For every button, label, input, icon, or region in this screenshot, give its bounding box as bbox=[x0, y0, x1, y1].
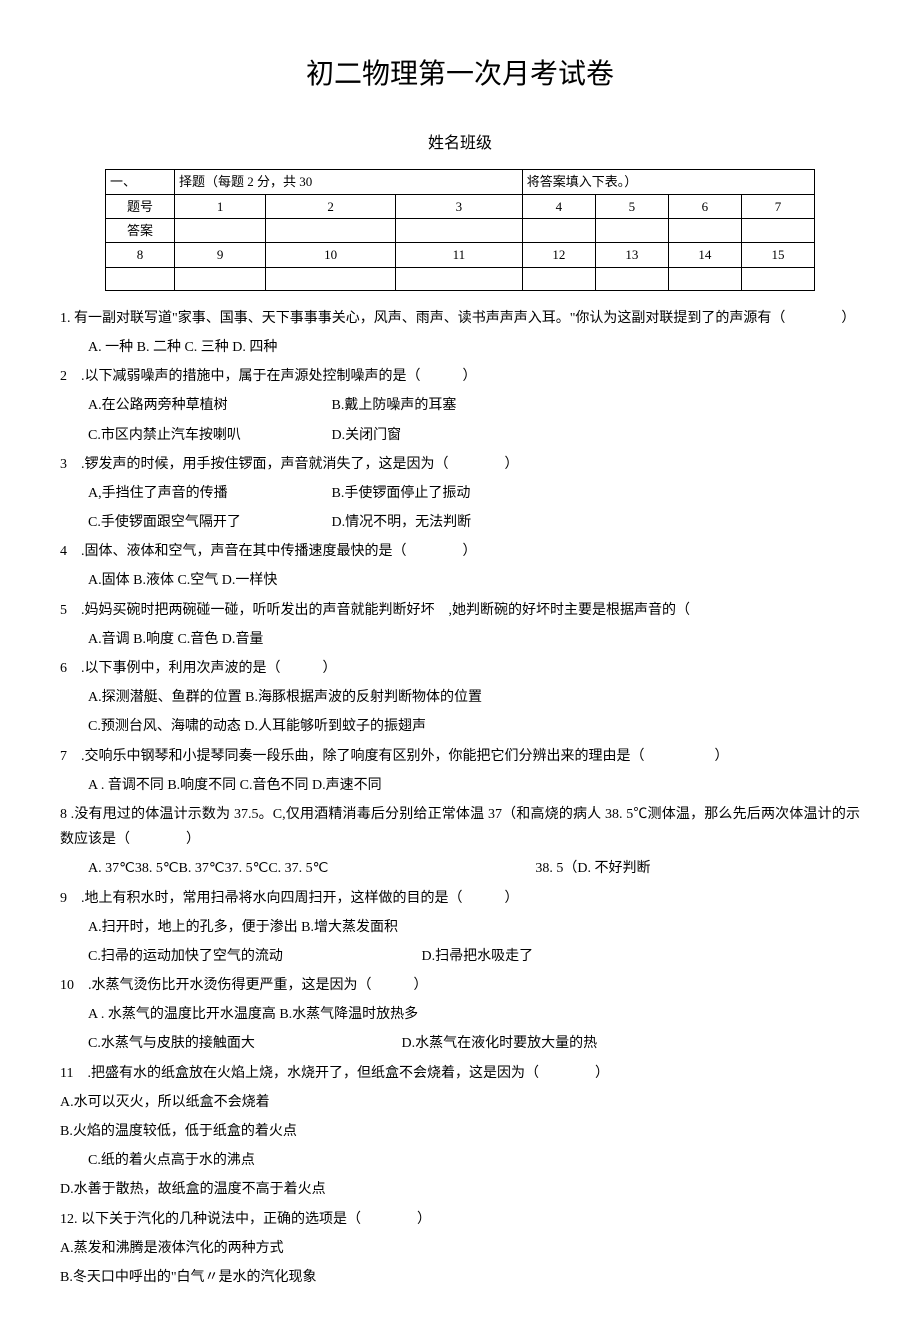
ans-5 bbox=[595, 218, 668, 242]
q10-text: 10 .水蒸气烫伤比开水烫伤得更严重，这是因为（ ） bbox=[60, 973, 860, 998]
q5-text: 5 .妈妈买碗时把两碗碰一碰，听听发出的声音就能判断好坏 ,她判断碗的好坏时主要… bbox=[60, 598, 860, 623]
ans-10 bbox=[266, 267, 396, 290]
q12-b: B.冬天口中呼出的"白气〃是水的汽化现象 bbox=[60, 1265, 860, 1290]
q3-c: C.手使锣面跟空气隔开了 bbox=[88, 510, 298, 535]
ans-7 bbox=[741, 218, 814, 242]
q4-opts: A.固体 B.液体 C.空气 D.一样快 bbox=[60, 568, 860, 593]
ans-8 bbox=[106, 267, 175, 290]
col-7: 7 bbox=[741, 194, 814, 218]
q12-text: 12. 以下关于汽化的几种说法中，正确的选项是（ ） bbox=[60, 1207, 860, 1232]
col-15: 15 bbox=[741, 243, 814, 267]
col-10: 10 bbox=[266, 243, 396, 267]
q3-d: D.情况不明，无法判断 bbox=[332, 515, 472, 530]
q12-a: A.蒸发和沸腾是液体汽化的两种方式 bbox=[60, 1236, 860, 1261]
q3-b: B.手使锣面停止了振动 bbox=[332, 486, 471, 501]
col-11: 11 bbox=[395, 243, 522, 267]
ans-6 bbox=[668, 218, 741, 242]
q8-extra: 38. 5（D. 不好判断 bbox=[535, 861, 650, 876]
answer-table-section: 一、 择题（每题 2 分，共 30 将答案填入下表。） 题号 1 2 3 4 5… bbox=[105, 169, 815, 291]
q2-a: A.在公路两旁种草植树 bbox=[88, 393, 298, 418]
q11-b: B.火焰的温度较低，低于纸盒的着火点 bbox=[60, 1119, 860, 1144]
q10-c: C.水蒸气与皮肤的接触面大 bbox=[88, 1031, 368, 1056]
q3-a: A,手挡住了声音的传播 bbox=[88, 481, 298, 506]
q8-text: 8 .没有甩过的体温计示数为 37.5。C,仅用酒精消毒后分别给正常体温 37（… bbox=[60, 802, 860, 852]
col-4: 4 bbox=[522, 194, 595, 218]
section-instruction-b: 将答案填入下表。） bbox=[522, 170, 814, 194]
ans-14 bbox=[668, 267, 741, 290]
col-2: 2 bbox=[266, 194, 396, 218]
q7-opts: A . 音调不同 B.响度不同 C.音色不同 D.声速不同 bbox=[60, 773, 860, 798]
section-one-label: 一、 bbox=[106, 170, 175, 194]
col-1: 1 bbox=[175, 194, 266, 218]
q11-text: 11 .把盛有水的纸盒放在火焰上烧，水烧开了，但纸盒不会烧着，这是因为（ ） bbox=[60, 1061, 860, 1086]
exam-title: 初二物理第一次月考试卷 bbox=[60, 50, 860, 100]
col-5: 5 bbox=[595, 194, 668, 218]
col-9: 9 bbox=[175, 243, 266, 267]
col-14: 14 bbox=[668, 243, 741, 267]
header-ans: 答案 bbox=[106, 218, 175, 242]
q2-text: 2 .以下减弱噪声的措施中，属于在声源处控制噪声的是（ ） bbox=[60, 364, 860, 389]
q1-opts: A. 一种 B. 二种 C. 三种 D. 四种 bbox=[60, 335, 860, 360]
ans-9 bbox=[175, 267, 266, 290]
ans-2 bbox=[266, 218, 396, 242]
ans-15 bbox=[741, 267, 814, 290]
q5-opts: A.音调 B.响度 C.音色 D.音量 bbox=[60, 627, 860, 652]
q9-c: C.扫帚的运动加快了空气的流动 bbox=[88, 944, 388, 969]
col-3: 3 bbox=[395, 194, 522, 218]
q2-d: D.关闭门窗 bbox=[332, 428, 402, 443]
q10-ab: A . 水蒸气的温度比开水温度高 B.水蒸气降温时放热多 bbox=[60, 1002, 860, 1027]
q9-d: D.扫帚把水吸走了 bbox=[422, 949, 534, 964]
col-12: 12 bbox=[522, 243, 595, 267]
col-8: 8 bbox=[106, 243, 175, 267]
q9-ab: A.扫开时，地上的孔多，便于渗出 B.增大蒸发面积 bbox=[60, 915, 860, 940]
q9-text: 9 .地上有积水时，常用扫帚将水向四周扫开，这样做的目的是（ ） bbox=[60, 886, 860, 911]
q11-a: A.水可以灭火，所以纸盒不会烧着 bbox=[60, 1090, 860, 1115]
q11-d: D.水善于散热，故纸盒的温度不高于着火点 bbox=[60, 1177, 860, 1202]
header-num: 题号 bbox=[106, 194, 175, 218]
name-class-line: 姓名班级 bbox=[60, 130, 860, 159]
q7-text: 7 .交响乐中钢琴和小提琴同奏一段乐曲，除了响度有区别外，你能把它们分辨出来的理… bbox=[60, 744, 860, 769]
ans-1 bbox=[175, 218, 266, 242]
q3-text: 3 .锣发声的时候，用手按住锣面，声音就消失了，这是因为（ ） bbox=[60, 452, 860, 477]
q8-opts: A. 37℃38. 5℃B. 37℃37. 5℃C. 37. 5℃ bbox=[88, 861, 328, 876]
section-instruction-a: 择题（每题 2 分，共 30 bbox=[175, 170, 523, 194]
q10-d: D.水蒸气在液化时要放大量的热 bbox=[402, 1036, 598, 1051]
col-13: 13 bbox=[595, 243, 668, 267]
ans-3 bbox=[395, 218, 522, 242]
ans-12 bbox=[522, 267, 595, 290]
ans-13 bbox=[595, 267, 668, 290]
q6-text: 6 .以下事例中，利用次声波的是（ ） bbox=[60, 656, 860, 681]
col-6: 6 bbox=[668, 194, 741, 218]
q2-b: B.戴上防噪声的耳塞 bbox=[332, 398, 457, 413]
q4-text: 4 .固体、液体和空气，声音在其中传播速度最快的是（ ） bbox=[60, 539, 860, 564]
ans-11 bbox=[395, 267, 522, 290]
q6-cd: C.预测台风、海啸的动态 D.人耳能够听到蚊子的振翅声 bbox=[60, 714, 860, 739]
q1-text: 1. 有一副对联写道"家事、国事、天下事事事关心，风声、雨声、读书声声声入耳。"… bbox=[60, 306, 860, 331]
q11-c: C.纸的着火点高于水的沸点 bbox=[60, 1148, 860, 1173]
ans-4 bbox=[522, 218, 595, 242]
q2-c: C.市区内禁止汽车按喇叭 bbox=[88, 423, 298, 448]
answer-table: 一、 择题（每题 2 分，共 30 将答案填入下表。） 题号 1 2 3 4 5… bbox=[105, 169, 815, 291]
q6-ab: A.探测潜艇、鱼群的位置 B.海豚根据声波的反射判断物体的位置 bbox=[60, 685, 860, 710]
